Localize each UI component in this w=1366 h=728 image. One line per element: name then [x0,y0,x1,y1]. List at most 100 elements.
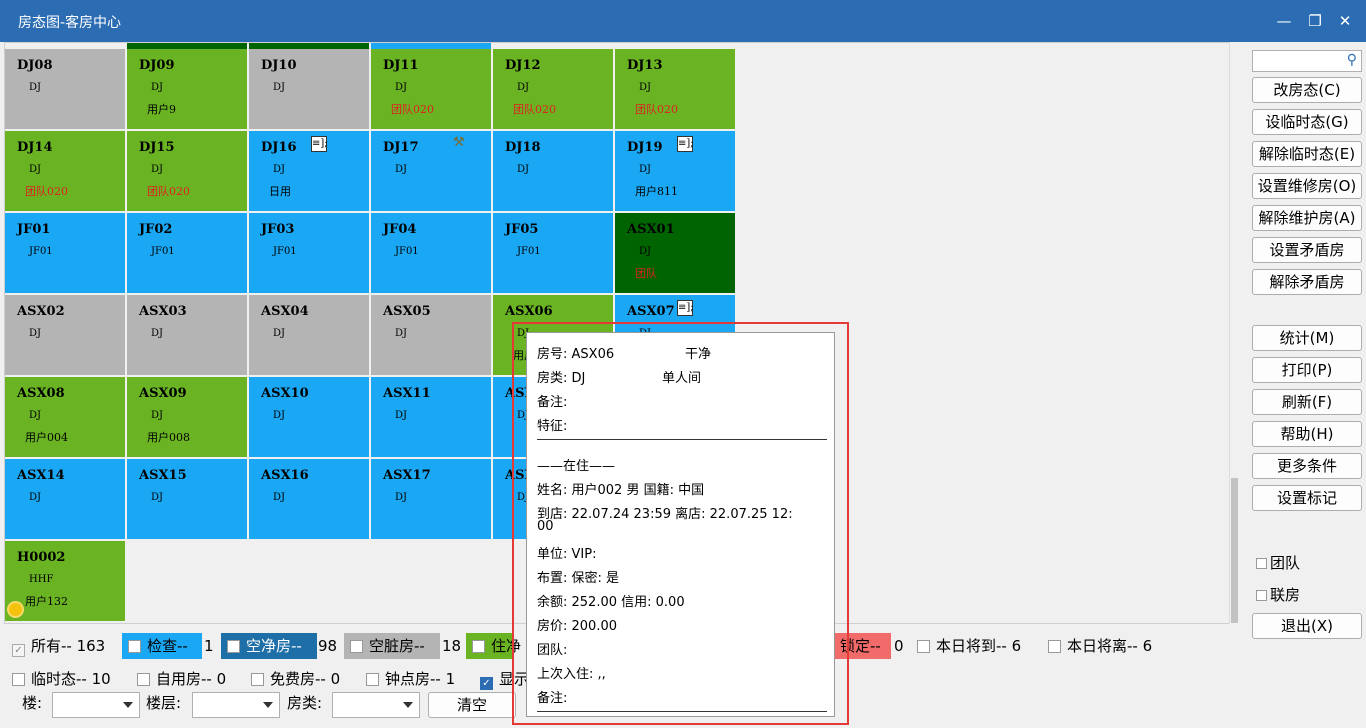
title-bar: 房态图-客房中心 — ❐ ✕ [0,0,1366,42]
room-tile[interactable]: ASX01 DJ 团队 [615,213,735,293]
legend-arrive-today[interactable]: 本日将到-- 6 [917,633,1021,659]
checkbox[interactable] [1256,558,1267,569]
legend-vacant-dirty[interactable]: 空脏房-- [344,633,440,659]
checkbox[interactable] [472,640,485,653]
checkbox[interactable] [366,673,379,686]
toolbar-button[interactable]: 解除临时态(E) [1252,141,1362,167]
check-icon[interactable]: ✓ [12,644,25,657]
toolbar-button[interactable]: 改房态(C) [1252,77,1362,103]
toolbar-button[interactable]: 刷新(F) [1252,389,1362,415]
clear-button[interactable]: 清空 [428,692,516,718]
room-tile[interactable]: DJ15 DJ 团队020 [127,131,247,211]
checkbox[interactable] [137,673,150,686]
room-tile[interactable]: ASX03 DJ [127,295,247,375]
scrollbar-thumb[interactable] [1231,478,1238,623]
checkbox[interactable] [227,640,240,653]
legend-leave-today[interactable]: 本日将离-- 6 [1048,633,1152,659]
room-tile[interactable]: DJ09 DJ 用户9 [127,49,247,129]
legend-all[interactable]: ✓ 所有-- 163 [12,633,105,659]
room-tile[interactable]: DJ08 DJ [5,49,125,129]
chevron-down-icon [403,702,413,708]
room-tile[interactable]: DJ19 DJ 用户811 ≡]; [615,131,735,211]
room-tile[interactable]: ASX09 DJ 用户008 [127,377,247,457]
room-number: DJ18 [505,140,541,155]
legend-check[interactable]: 检查-- [122,633,202,659]
room-tile[interactable]: JF01 JF01 [5,213,125,293]
floor-label: 楼层: [146,694,182,712]
room-number: ASX09 [139,386,187,401]
search-icon[interactable]: ⚲ [1347,52,1357,68]
legend-free[interactable]: 免费房-- 0 [251,666,340,692]
building-select[interactable] [52,692,140,718]
toolbar-button[interactable]: 设置标记 [1252,485,1362,511]
checkbox[interactable] [1256,590,1267,601]
lock-icon: ≡]; [677,136,694,152]
room-number: ASX04 [261,304,309,319]
checkbox[interactable] [1048,640,1061,653]
toolbar-button[interactable]: 更多条件 [1252,453,1362,479]
room-number: JF02 [139,222,173,237]
legend-hourly[interactable]: 钟点房-- 1 [366,666,455,692]
room-guest: 团队020 [391,103,434,116]
room-number: ASX15 [139,468,187,483]
room-tile[interactable]: DJ11 DJ 团队020 [371,49,491,129]
toolbar-button[interactable]: 设置矛盾房 [1252,237,1362,263]
room-tile[interactable]: ASX02 DJ [5,295,125,375]
room-tile[interactable]: ASX17 DJ [371,459,491,539]
room-tile[interactable]: JF02 JF01 [127,213,247,293]
toolbar-button[interactable]: 设置维修房(O) [1252,173,1362,199]
toolbar-button[interactable]: 帮助(H) [1252,421,1362,447]
room-number: DJ12 [505,58,541,73]
checkbox[interactable] [917,640,930,653]
checkbox[interactable] [350,640,363,653]
legend-occupied-clean[interactable]: 住净 [466,633,521,659]
room-type: DJ [151,492,164,503]
room-tile[interactable]: ASX15 DJ [127,459,247,539]
link-room-checkbox[interactable]: 联房 [1256,584,1300,605]
room-tile[interactable]: ASX05 DJ [371,295,491,375]
room-tile[interactable]: DJ18 DJ [493,131,613,211]
room-tile[interactable]: JF03 JF01 [249,213,369,293]
room-tile[interactable]: DJ12 DJ 团队020 [493,49,613,129]
room-type: JF01 [517,246,541,257]
lock-icon: ≡]; [677,300,694,316]
toolbar-button[interactable]: 打印(P) [1252,357,1362,383]
room-type: DJ [395,82,408,93]
room-tile[interactable]: JF04 JF01 [371,213,491,293]
room-guest: 用户004 [25,431,68,444]
check-icon[interactable]: ✓ [480,677,493,690]
toolbar-button[interactable]: 解除矛盾房 [1252,269,1362,295]
room-number: ASX14 [17,468,65,483]
room-tile[interactable]: DJ16 DJ 日用 ≡]; [249,131,369,211]
room-number: ASX16 [261,468,309,483]
room-tile[interactable]: JF05 JF01 [493,213,613,293]
room-tile[interactable]: ASX16 DJ [249,459,369,539]
room-tile[interactable]: ASX14 DJ [5,459,125,539]
toolbar-button[interactable]: 设临时态(G) [1252,109,1362,135]
room-tile[interactable]: DJ10 DJ [249,49,369,129]
checkbox[interactable] [251,673,264,686]
room-tile[interactable]: H0002 HHF 用户132 [5,541,125,621]
legend-vacant-clean[interactable]: 空净房-- [221,633,317,659]
close-icon[interactable]: ✕ [1332,8,1358,34]
roomtype-select[interactable] [332,692,420,718]
exit-button[interactable]: 退出(X) [1252,613,1362,639]
checkbox[interactable] [128,640,141,653]
team-checkbox[interactable]: 团队 [1256,552,1300,573]
room-tile[interactable]: DJ17 DJ ⚒ [371,131,491,211]
toolbar-button[interactable]: 统计(M) [1252,325,1362,351]
room-tile[interactable]: DJ13 DJ 团队020 [615,49,735,129]
room-tile[interactable]: ASX08 DJ 用户004 [5,377,125,457]
legend-self-use[interactable]: 自用房-- 0 [137,666,226,692]
minimize-icon[interactable]: — [1271,8,1297,34]
toolbar-button[interactable]: 解除维护房(A) [1252,205,1362,231]
room-tile[interactable]: DJ14 DJ 团队020 [5,131,125,211]
floor-select[interactable] [192,692,280,718]
room-tile[interactable]: ASX11 DJ [371,377,491,457]
legend-temp[interactable]: 临时态-- 10 [12,666,111,692]
search-input[interactable]: ⚲ [1252,50,1362,72]
checkbox[interactable] [12,673,25,686]
room-tile[interactable]: ASX10 DJ [249,377,369,457]
room-tile[interactable]: ASX04 DJ [249,295,369,375]
restore-icon[interactable]: ❐ [1302,8,1328,34]
